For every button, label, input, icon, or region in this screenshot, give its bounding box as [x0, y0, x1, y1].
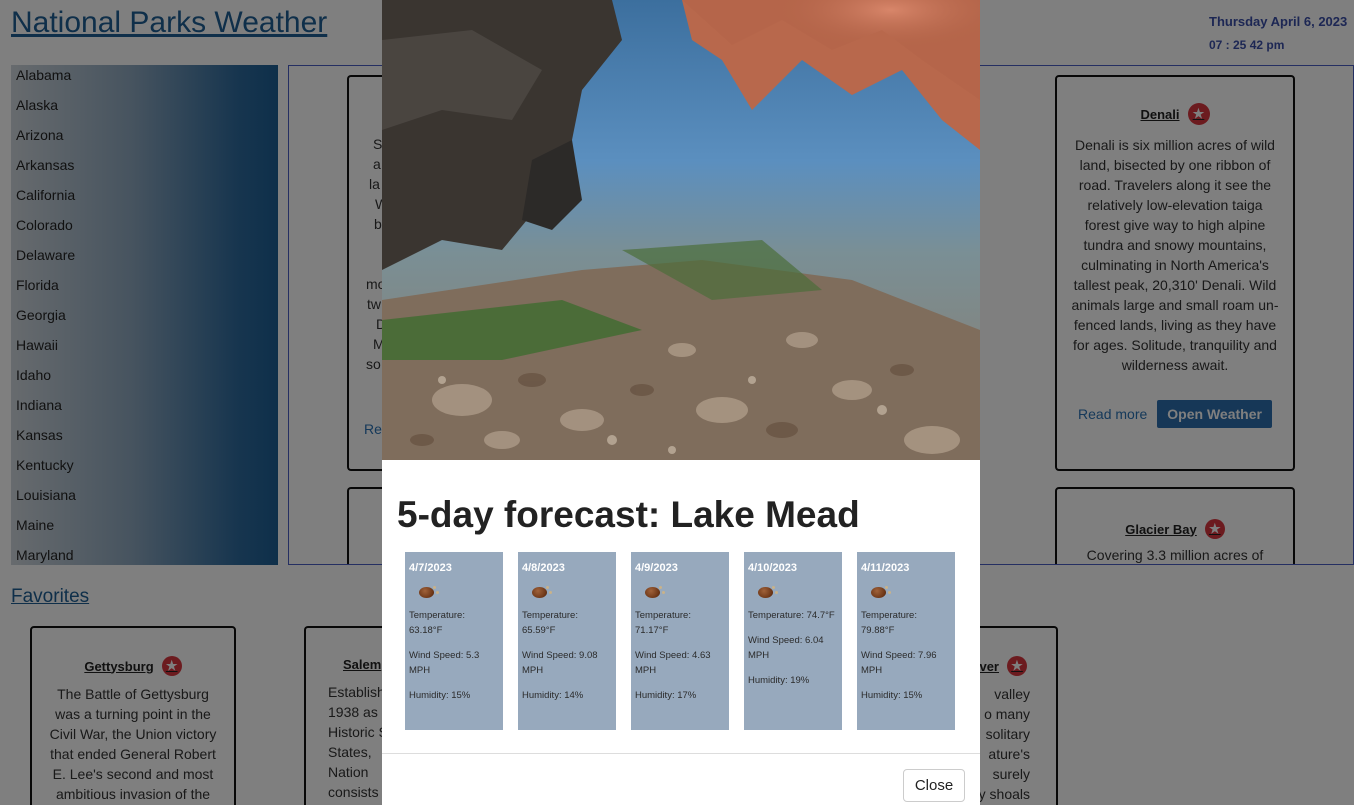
forecast-card: 4/10/2023 Temperature: 74.7°F Wind Speed…	[744, 552, 842, 730]
weather-icon	[417, 584, 439, 599]
forecast-temperature: Temperature: 74.7°F	[748, 610, 835, 621]
modal-title: 5-day forecast: Lake Mead	[397, 494, 860, 535]
forecast-card: 4/8/2023 Temperature: 65.59°F Wind Speed…	[518, 552, 616, 730]
forecast-humidity: Humidity: 15%	[409, 690, 471, 701]
forecast-card: 4/11/2023 Temperature: 79.88°F Wind Spee…	[857, 552, 955, 730]
forecast-card: 4/9/2023 Temperature: 71.17°F Wind Speed…	[631, 552, 729, 730]
close-button[interactable]: Close	[903, 769, 965, 802]
weather-icon	[643, 584, 665, 599]
forecast-date: 4/11/2023	[861, 562, 910, 574]
weather-icon	[530, 584, 552, 599]
forecast-humidity: Humidity: 14%	[522, 690, 584, 701]
forecast-modal: 5-day forecast: Lake Mead 4/7/2023 Tempe…	[382, 0, 980, 805]
forecast-humidity: Humidity: 15%	[861, 690, 923, 701]
forecast-date: 4/7/2023	[409, 562, 452, 574]
forecast-wind: Wind Speed: 7.96 MPH	[861, 650, 937, 676]
modal-footer-divider	[382, 753, 980, 754]
forecast-temperature: Temperature: 71.17°F	[635, 610, 691, 636]
forecast-humidity: Humidity: 17%	[635, 690, 697, 701]
forecast-temperature: Temperature: 65.59°F	[522, 610, 578, 636]
forecast-card: 4/7/2023 Temperature: 63.18°F Wind Speed…	[405, 552, 503, 730]
forecast-date: 4/8/2023	[522, 562, 565, 574]
forecast-temperature: Temperature: 63.18°F	[409, 610, 465, 636]
forecast-wind: Wind Speed: 6.04 MPH	[748, 635, 824, 661]
forecast-date: 4/9/2023	[635, 562, 678, 574]
weather-icon	[756, 584, 778, 599]
park-photo	[382, 0, 980, 460]
forecast-wind: Wind Speed: 4.63 MPH	[635, 650, 711, 676]
forecast-humidity: Humidity: 19%	[748, 675, 810, 686]
forecast-row: 4/7/2023 Temperature: 63.18°F Wind Speed…	[405, 552, 955, 730]
forecast-wind: Wind Speed: 9.08 MPH	[522, 650, 598, 676]
forecast-temperature: Temperature: 79.88°F	[861, 610, 917, 636]
forecast-wind: Wind Speed: 5.3 MPH	[409, 650, 480, 676]
forecast-date: 4/10/2023	[748, 562, 797, 574]
weather-icon	[869, 584, 891, 599]
